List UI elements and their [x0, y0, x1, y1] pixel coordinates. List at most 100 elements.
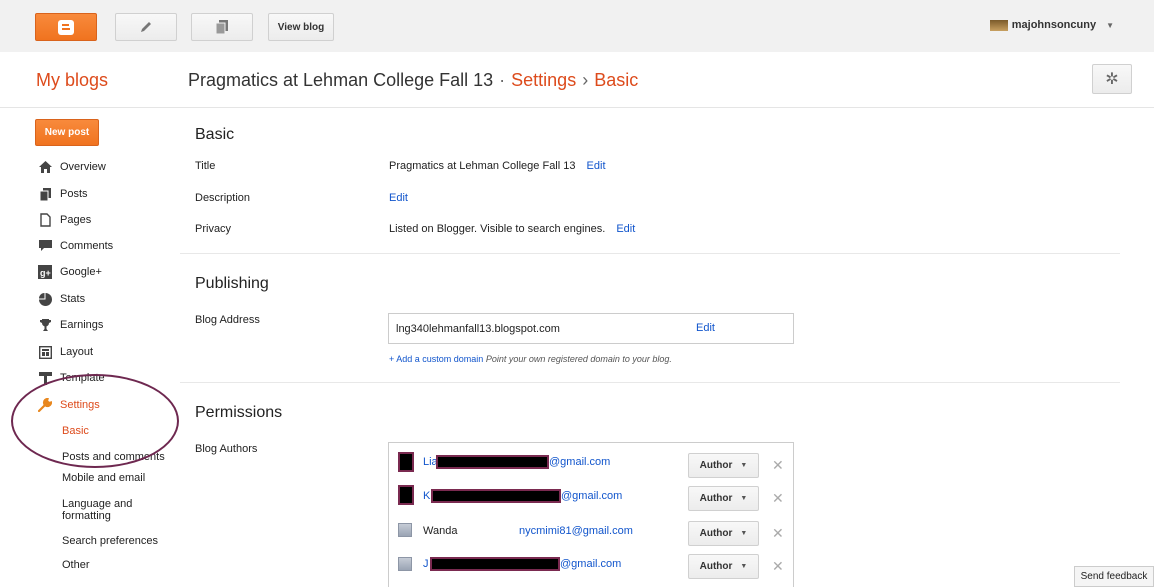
- author-role-dropdown[interactable]: Author ▼: [688, 486, 759, 511]
- role-label: Author: [699, 561, 733, 572]
- role-label: Author: [699, 460, 733, 471]
- author-email[interactable]: @gmail.com: [561, 490, 622, 502]
- privacy-value: Listed on Blogger. Visible to search eng…: [389, 223, 606, 235]
- author-email-prefix[interactable]: J: [423, 558, 429, 570]
- sidebar-item-label: Earnings: [60, 319, 104, 331]
- sidebar-item-earnings[interactable]: Earnings: [38, 317, 103, 333]
- section-title-publishing: Publishing: [195, 275, 269, 292]
- author-role-dropdown[interactable]: Author ▼: [688, 521, 759, 546]
- author-email[interactable]: @gmail.com: [549, 456, 610, 468]
- edit-address-link[interactable]: Edit: [696, 322, 715, 334]
- annotation-circle: [11, 374, 179, 468]
- author-row: J @gmail.com Author ▼ ✕: [389, 549, 793, 579]
- sidebar-item-layout[interactable]: Layout: [38, 344, 93, 360]
- settings-sub-other[interactable]: Other: [62, 559, 90, 571]
- redaction-bar: [430, 557, 560, 571]
- blog-address-value: lng340lehmanfall13.blogspot.com: [396, 323, 560, 335]
- sidebar-item-label: Overview: [60, 161, 106, 173]
- sidebar-item-stats[interactable]: Stats: [38, 291, 85, 307]
- section-title-permissions: Permissions: [195, 404, 283, 421]
- blog-authors-label: Blog Authors: [195, 443, 258, 455]
- view-blog-button[interactable]: View blog: [268, 13, 334, 41]
- posts-icon: [38, 187, 52, 201]
- google-plus-icon: g+: [38, 265, 52, 279]
- remove-author-icon[interactable]: ✕: [772, 457, 784, 474]
- settings-sub-search-preferences[interactable]: Search preferences: [62, 535, 158, 547]
- author-row: K @gmail.com Author ▼ ✕: [389, 481, 793, 511]
- chevron-down-icon: ▼: [740, 462, 748, 469]
- pages-icon: [38, 213, 52, 227]
- settings-sub-language-and-formatting[interactable]: Language and formatting: [62, 498, 152, 522]
- account-menu[interactable]: majohnsoncuny ▼: [989, 19, 1114, 31]
- add-custom-domain-link[interactable]: + Add a custom domain: [389, 354, 483, 364]
- edit-description-link[interactable]: Edit: [389, 192, 408, 204]
- pencil-icon: [141, 22, 151, 32]
- user-avatar: [989, 19, 1008, 31]
- settings-gear-button[interactable]: ✲: [1092, 64, 1132, 94]
- remove-author-icon[interactable]: ✕: [772, 558, 784, 575]
- breadcrumb-separator: ›: [582, 70, 589, 90]
- posts-list-button[interactable]: [191, 13, 253, 41]
- section-divider: [180, 253, 1120, 254]
- send-feedback-button[interactable]: Send feedback: [1074, 566, 1154, 587]
- role-label: Author: [699, 493, 733, 504]
- new-post-button[interactable]: New post: [35, 119, 99, 146]
- edit-privacy-link[interactable]: Edit: [616, 223, 635, 235]
- redaction-bar: [436, 455, 549, 469]
- gear-icon: ✲: [1105, 71, 1119, 88]
- section-divider: [180, 382, 1120, 383]
- sidebar-item-label: Layout: [60, 346, 94, 358]
- custom-domain-hint: Point your own registered domain to your…: [485, 354, 672, 364]
- author-avatar: [398, 452, 414, 472]
- comments-icon: [38, 239, 52, 253]
- remove-author-icon[interactable]: ✕: [772, 525, 784, 542]
- blog-address-label: Blog Address: [195, 314, 260, 326]
- author-email-prefix[interactable]: K: [423, 490, 430, 502]
- sidebar-item-comments[interactable]: Comments: [38, 238, 113, 254]
- svg-text:g+: g+: [40, 268, 51, 278]
- breadcrumb-basic: Basic: [594, 70, 639, 90]
- title-label: Title: [195, 160, 216, 172]
- chevron-down-icon: ▼: [1106, 20, 1114, 30]
- blog-title-value: Pragmatics at Lehman College Fall 13: [389, 160, 576, 172]
- sidebar-item-label: Stats: [60, 293, 86, 305]
- author-avatar: [398, 557, 412, 571]
- privacy-label: Privacy: [195, 223, 232, 235]
- sidebar-item-label: Google+: [60, 266, 102, 278]
- remove-author-icon[interactable]: ✕: [772, 490, 784, 507]
- trophy-icon: [38, 318, 52, 332]
- edit-title-link[interactable]: Edit: [587, 160, 606, 172]
- breadcrumb-settings[interactable]: Settings: [511, 70, 576, 90]
- documents-icon: [216, 20, 228, 34]
- author-email[interactable]: nycmimi81@gmail.com: [519, 525, 633, 537]
- description-value-row: Edit: [389, 192, 408, 204]
- stats-icon: [38, 292, 52, 306]
- blogger-home-button[interactable]: [35, 13, 97, 41]
- breadcrumb-separator: ·: [499, 70, 506, 90]
- sidebar-item-google-plus[interactable]: g+ Google+: [38, 264, 102, 280]
- sidebar-item-posts[interactable]: Posts: [38, 186, 88, 202]
- sidebar-item-pages[interactable]: Pages: [38, 212, 91, 228]
- breadcrumb: Pragmatics at Lehman College Fall 13 · Set…: [188, 70, 638, 91]
- author-role-dropdown[interactable]: Author ▼: [688, 554, 759, 579]
- author-email[interactable]: @gmail.com: [560, 558, 621, 570]
- section-title-basic: Basic: [195, 126, 235, 143]
- author-avatar: [398, 485, 414, 505]
- author-name: Wanda: [423, 525, 458, 537]
- chevron-down-icon: ▼: [740, 563, 748, 570]
- authors-list: Lia @gmail.com Author ▼ ✕ K @gmail.com A…: [388, 442, 794, 587]
- new-post-pencil-button[interactable]: [115, 13, 177, 41]
- sidebar-item-label: Comments: [60, 240, 114, 252]
- sidebar-item-label: Posts: [60, 188, 88, 200]
- my-blogs-link[interactable]: My blogs: [36, 70, 108, 91]
- settings-sub-mobile-and-email[interactable]: Mobile and email: [62, 472, 145, 484]
- role-label: Author: [699, 528, 733, 539]
- chevron-down-icon: ▼: [740, 530, 748, 537]
- custom-domain-row: + Add a custom domain Point your own reg…: [389, 354, 672, 364]
- author-row: Lia @gmail.com Author ▼ ✕: [389, 448, 793, 478]
- author-role-dropdown[interactable]: Author ▼: [688, 453, 759, 478]
- sidebar-item-overview[interactable]: Overview: [38, 159, 106, 175]
- breadcrumb-blog-name[interactable]: Pragmatics at Lehman College Fall 13: [188, 70, 493, 90]
- top-bar: View blog majohnsoncuny ▼: [0, 0, 1154, 52]
- redaction-bar: [431, 489, 561, 503]
